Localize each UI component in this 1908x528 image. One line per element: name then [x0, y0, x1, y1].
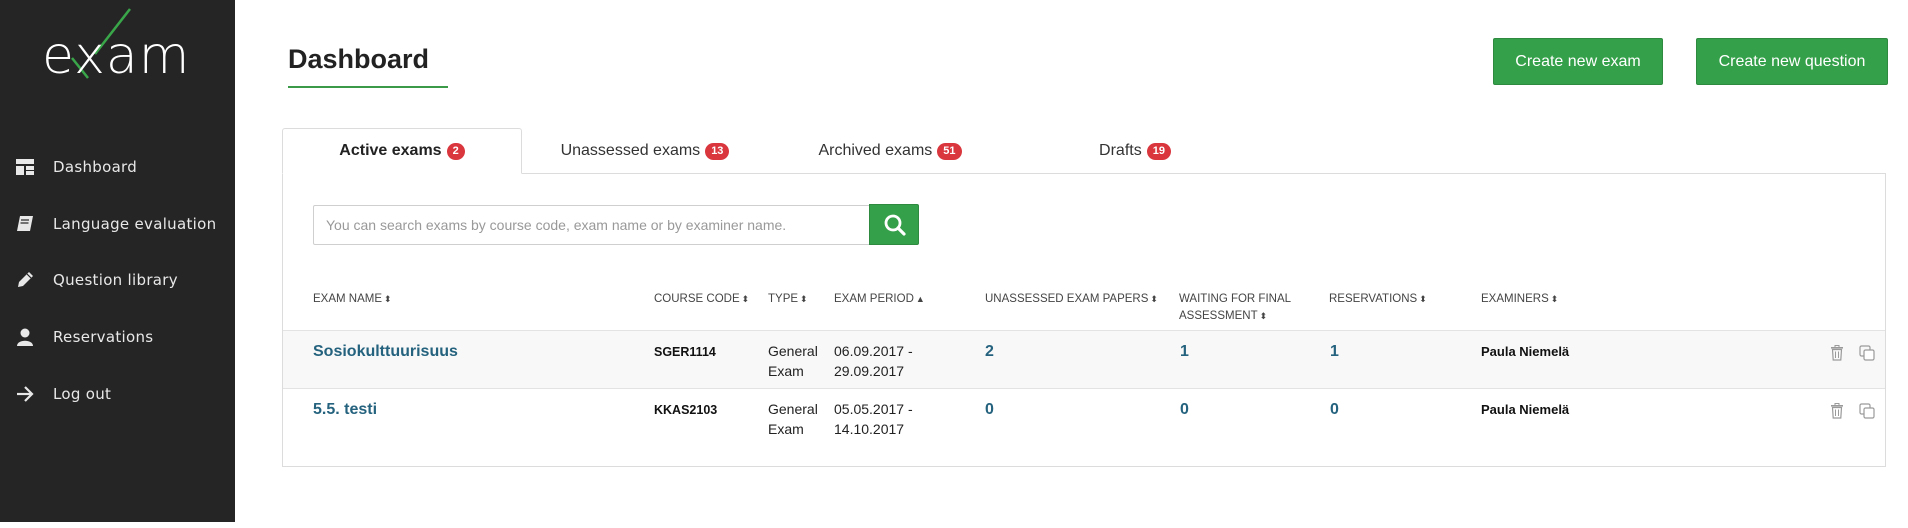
- examiner-name: Paula Niemelä: [1481, 344, 1570, 359]
- exam-period: 05.05.2017 - 14.10.2017: [834, 401, 913, 437]
- sort-icon: ⬍: [1550, 294, 1559, 304]
- column-header-unassessed-exam-papers[interactable]: UNASSESSED EXAM PAPERS ⬍: [985, 291, 1158, 308]
- sidebar-item-log-out[interactable]: Log out: [0, 374, 235, 414]
- sidebar-item-label: Dashboard: [53, 158, 138, 176]
- tab-label: Archived exams: [818, 142, 933, 159]
- logo-text: exam: [42, 26, 191, 86]
- exam-name-link[interactable]: 5.5. testi: [313, 400, 377, 420]
- delete-exam-button[interactable]: [1830, 403, 1844, 424]
- column-header-course-code[interactable]: COURSE CODE ⬍: [654, 291, 749, 308]
- count-badge: 19: [1146, 142, 1171, 160]
- dashboard-icon: [16, 159, 34, 175]
- tab-label: Unassessed exams: [560, 142, 701, 159]
- table-row: [283, 388, 1885, 446]
- exam-period: 06.09.2017 - 29.09.2017: [834, 343, 913, 379]
- tab-drafts[interactable]: Drafts 19: [1080, 128, 1190, 174]
- sidebar: exam Dashboard Language evaluation Quest…: [0, 0, 235, 522]
- copy-icon: [1859, 345, 1875, 361]
- count-badge: 13: [705, 142, 730, 160]
- column-header-reservations[interactable]: RESERVATIONS ⬍: [1329, 291, 1427, 308]
- exam-type: General Exam: [768, 343, 818, 379]
- sort-icon: ⬍: [741, 294, 750, 304]
- trash-icon: [1831, 403, 1843, 419]
- sort-icon: ⬍: [1419, 294, 1427, 304]
- copy-exam-button[interactable]: [1859, 345, 1875, 366]
- pencil-icon: [18, 272, 33, 287]
- examiner-name: Paula Niemelä: [1481, 402, 1570, 417]
- count-badge: 2: [446, 142, 465, 160]
- arrow-right-icon: [17, 386, 34, 402]
- create-new-exam-button[interactable]: Create new exam: [1493, 38, 1663, 85]
- sidebar-item-label: Log out: [53, 385, 112, 403]
- sidebar-item-label: Question library: [53, 271, 178, 289]
- column-header-type[interactable]: TYPE ⬍: [768, 291, 808, 308]
- sidebar-item-label: Reservations: [53, 328, 154, 346]
- search-input[interactable]: [313, 205, 870, 245]
- search-icon: [884, 214, 906, 236]
- column-header-exam-period[interactable]: EXAM PERIOD ▲: [834, 291, 925, 308]
- reservations-count[interactable]: 0: [1330, 400, 1339, 420]
- tab-label: Drafts: [1099, 142, 1142, 159]
- tab-unassessed-exams[interactable]: Unassessed exams 13: [540, 128, 750, 174]
- column-header-waiting-for-final-assessment[interactable]: WAITING FOR FINAL ASSESSMENT ⬍: [1179, 291, 1291, 325]
- sidebar-item-reservations[interactable]: Reservations: [0, 317, 235, 357]
- sort-icon: ⬍: [800, 294, 808, 304]
- sidebar-item-dashboard[interactable]: Dashboard: [0, 147, 235, 187]
- sort-icon: ⬍: [1259, 311, 1268, 321]
- tab-archived-exams[interactable]: Archived exams 51: [800, 128, 980, 174]
- count-badge: 51: [937, 142, 962, 160]
- sort-icon: ⬍: [384, 294, 392, 304]
- page-title: Dashboard: [288, 44, 430, 74]
- table-row: [283, 330, 1885, 388]
- course-code: KKAS2103: [654, 403, 718, 417]
- delete-exam-button[interactable]: [1830, 345, 1844, 366]
- tab-label: Active exams: [339, 142, 442, 159]
- trash-icon: [1831, 345, 1843, 361]
- unassessed-count[interactable]: 2: [985, 342, 994, 362]
- column-header-exam-name[interactable]: EXAM NAME ⬍: [313, 291, 392, 308]
- app-root: exam Dashboard Language evaluation Quest…: [0, 0, 1908, 528]
- title-underline: [288, 86, 448, 88]
- copy-exam-button[interactable]: [1859, 403, 1875, 424]
- unassessed-count[interactable]: 0: [985, 400, 994, 420]
- sidebar-item-label: Language evaluation: [53, 215, 217, 233]
- exam-name-link[interactable]: Sosiokulttuurisuus: [313, 342, 458, 362]
- sort-icon: ⬍: [1150, 294, 1158, 304]
- copy-icon: [1859, 403, 1875, 419]
- sort-ascending-icon: ▲: [915, 294, 925, 304]
- course-code: SGER1114: [654, 345, 716, 359]
- column-header-examiners[interactable]: EXAMINERS ⬍: [1481, 291, 1558, 308]
- user-icon: [17, 328, 33, 346]
- search-button[interactable]: [869, 204, 919, 245]
- sidebar-item-question-library[interactable]: Question library: [0, 260, 235, 300]
- waiting-count[interactable]: 0: [1180, 400, 1189, 420]
- sidebar-item-language-evaluation[interactable]: Language evaluation: [0, 204, 235, 244]
- exam-logo[interactable]: exam: [0, 0, 235, 100]
- tab-active-exams[interactable]: Active exams 2: [282, 128, 522, 174]
- book-icon: [17, 216, 33, 231]
- exam-type: General Exam: [768, 401, 818, 437]
- reservations-count[interactable]: 1: [1330, 342, 1339, 362]
- create-new-question-button[interactable]: Create new question: [1696, 38, 1888, 85]
- waiting-count[interactable]: 1: [1180, 342, 1189, 362]
